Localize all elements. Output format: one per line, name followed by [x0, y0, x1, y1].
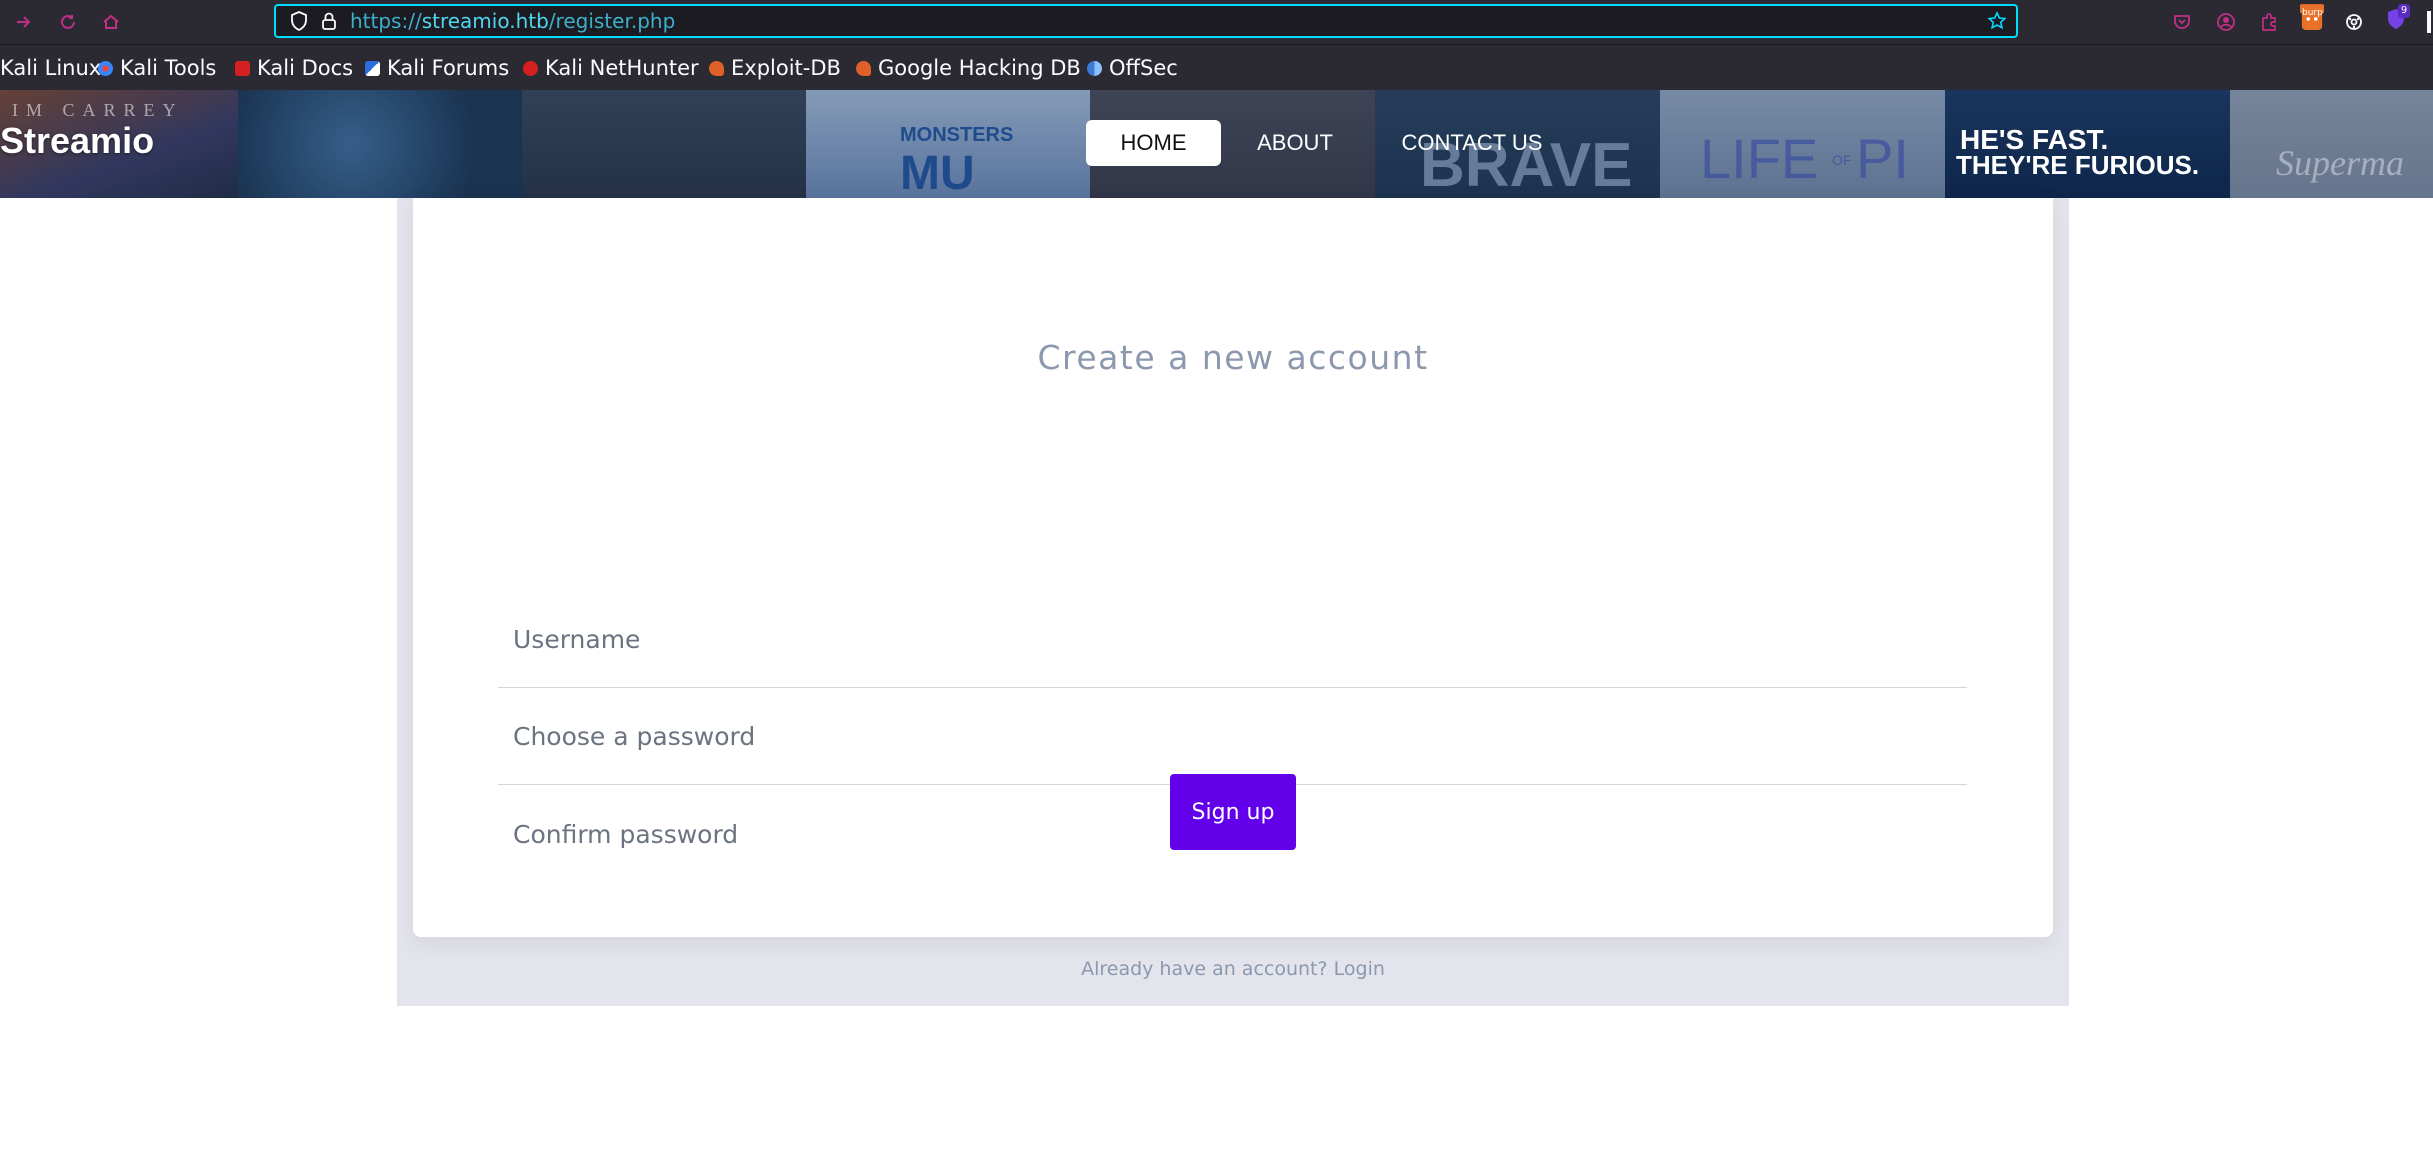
poster-caption-of: OF [1832, 152, 1852, 168]
register-card: Create a new account Sign up [413, 198, 2053, 937]
nav-contact-us[interactable]: CONTACT US [1392, 120, 1552, 166]
sign-up-button[interactable]: Sign up [1170, 774, 1296, 850]
login-question: Already have an account? [1081, 958, 1328, 980]
site-header: IM CARREY MONSTERS MU BRAVE LIFE OF PI H… [0, 0, 2433, 198]
poster-caption-carrey: IM CARREY [12, 100, 184, 120]
nav-home[interactable]: HOME [1086, 120, 1221, 166]
poster-caption-life: LIFE [1700, 127, 1819, 190]
poster-caption-pi: PI [1856, 127, 1909, 190]
login-prompt: Already have an account? Login [397, 958, 2069, 980]
poster-caption-superman: Superma [2276, 143, 2404, 183]
nav-about[interactable]: ABOUT [1240, 120, 1350, 166]
login-link[interactable]: Login [1334, 958, 1385, 980]
site-logo[interactable]: Streamio [0, 120, 154, 162]
poster-caption-mu: MU [900, 147, 975, 198]
form-title: Create a new account [1037, 338, 1429, 377]
password-input[interactable] [498, 689, 1967, 785]
poster-caption-furious: THEY'RE FURIOUS. [1956, 150, 2200, 180]
username-input[interactable] [498, 592, 1967, 688]
poster-caption-monsters: MONSTERS [900, 124, 1014, 146]
